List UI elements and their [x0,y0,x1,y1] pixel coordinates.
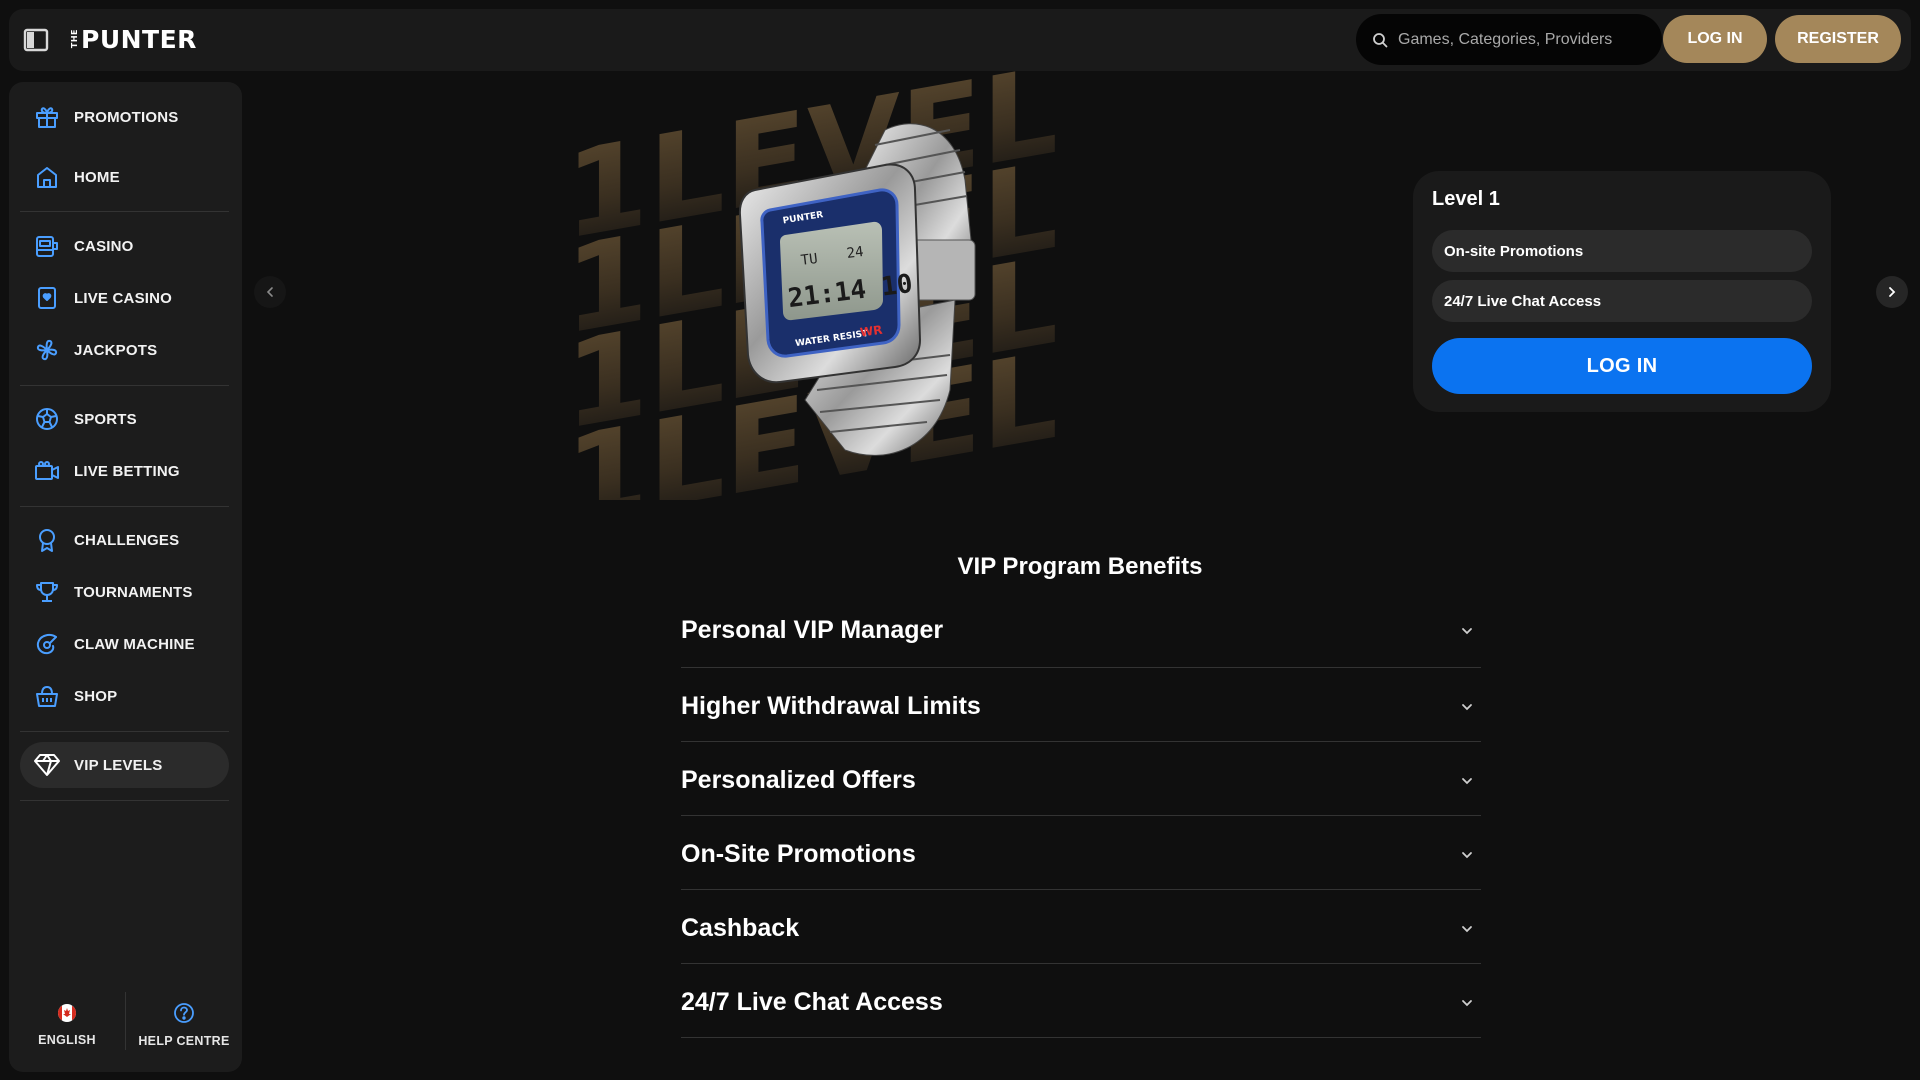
sidebar-divider [20,385,229,386]
help-icon [174,1003,194,1023]
accordion-item-title: Higher Withdrawal Limits [681,692,981,720]
language-label: ENGLISH [38,1033,96,1047]
accordion-item-title: 24/7 Live Chat Access [681,988,943,1016]
accordion-item[interactable]: Personalized Offers [681,742,1481,816]
language-selector[interactable]: ENGLISH [9,972,125,1072]
search-input[interactable] [1398,30,1638,49]
sidebar-item-label: TOURNAMENTS [74,583,193,601]
benefits-accordion: Personal VIP Manager Higher Withdrawal L… [681,590,1481,1038]
shopping-basket-icon [33,682,61,710]
sidebar-item-vip-levels[interactable]: VIP LEVELS [20,742,229,788]
trophy-icon [33,578,61,606]
gift-icon [33,103,61,131]
sidebar-item-label: SHOP [74,687,118,705]
sidebar-item-label: CLAW MACHINE [74,635,195,653]
sidebar-item-live-betting[interactable]: LIVE BETTING [20,448,229,494]
sidebar-item-tournaments[interactable]: TOURNAMENTS [20,569,229,615]
vip-level-artwork: 1LEVEL 1LEVEL 1LEVEL 1LEVEL [555,70,1185,500]
register-button[interactable]: REGISTER [1775,15,1901,63]
header-login-button[interactable]: LOG IN [1663,15,1767,63]
svg-text:TU: TU [800,251,819,269]
sidebar-footer: ENGLISH HELP CENTRE [9,972,242,1072]
accordion-item-title: On-Site Promotions [681,840,916,868]
accordion-item-title: Cashback [681,914,800,942]
chevron-down-icon [1457,621,1477,641]
award-ribbon-icon [33,526,61,554]
sidebar-divider [20,506,229,507]
sidebar-item-casino[interactable]: CASINO [20,223,229,269]
sidebar-item-label: CASINO [74,237,134,255]
logo[interactable]: THE PUNTER [70,23,197,55]
accordion-item-title: Personal VIP Manager [681,616,944,644]
accordion-item[interactable]: On-Site Promotions [681,816,1481,890]
sidebar-item-label: HOME [74,168,120,186]
sidebar-item-promotions[interactable]: PROMOTIONS [20,94,229,140]
home-icon [33,163,61,191]
sidebar-item-shop[interactable]: SHOP [20,673,229,719]
chevron-down-icon [1457,993,1477,1013]
level-title: Level 1 [1432,188,1500,210]
slot-machine-icon [33,232,61,260]
level-login-button[interactable]: LOG IN [1432,338,1812,394]
clover-icon [33,336,61,364]
sidebar-item-label: PROMOTIONS [74,108,179,126]
sidebar-item-challenges[interactable]: CHALLENGES [20,517,229,563]
soccer-ball-icon [33,405,61,433]
sidebar-item-label: SPORTS [74,410,137,428]
sidebar-divider [20,211,229,212]
sidebar-item-jackpots[interactable]: JACKPOTS [20,327,229,373]
sidebar-item-label: LIVE BETTING [74,462,180,480]
benefits-title: VIP Program Benefits [957,553,1203,580]
sidebar-item-label: LIVE CASINO [74,289,173,307]
sidebar-item-label: VIP LEVELS [74,756,163,774]
card-icon [33,284,61,312]
chevron-left-icon [266,287,273,297]
logo-text: PUNTER [81,24,197,54]
sidebar-item-live-casino[interactable]: LIVE CASINO [20,275,229,321]
video-camera-icon [33,457,61,485]
sidebar-item-label: JACKPOTS [74,341,158,359]
sidebar-item-sports[interactable]: SPORTS [20,396,229,442]
sidebar-divider [20,800,229,801]
search-icon [1373,32,1388,47]
chevron-down-icon [1457,919,1477,939]
svg-text:24: 24 [846,244,865,262]
accordion-item[interactable]: Personal VIP Manager [681,590,1481,668]
logo-prefix: THE [70,29,79,49]
accordion-item[interactable]: Cashback [681,890,1481,964]
top-bar: THE PUNTER LOG IN REGISTER [9,9,1911,71]
help-centre-link[interactable]: HELP CENTRE [126,972,242,1072]
level-benefit-item: 24/7 Live Chat Access [1432,280,1812,322]
carousel-prev-button[interactable] [254,276,286,308]
sidebar-divider [20,731,229,732]
chevron-down-icon [1457,771,1477,791]
accordion-item[interactable]: Higher Withdrawal Limits [681,668,1481,742]
diamond-icon [33,751,61,779]
chevron-down-icon [1457,845,1477,865]
sidebar-toggle-icon[interactable] [23,28,49,52]
level-benefit-item: On-site Promotions [1432,230,1812,272]
chevron-right-icon [1889,287,1896,297]
sidebar: PROMOTIONS HOME CASINO LIVE CASINO JACKP… [9,82,242,1072]
sidebar-item-claw-machine[interactable]: CLAW MACHINE [20,621,229,667]
search-bar[interactable] [1356,14,1662,65]
sidebar-item-label: CHALLENGES [74,531,180,549]
accordion-item-title: Personalized Offers [681,766,916,794]
claw-icon [33,630,61,658]
accordion-item[interactable]: 24/7 Live Chat Access [681,964,1481,1038]
help-label: HELP CENTRE [138,1034,230,1048]
sidebar-item-home[interactable]: HOME [20,154,229,200]
carousel-next-button[interactable] [1876,276,1908,308]
level-card: Level 1 On-site Promotions 24/7 Live Cha… [1413,171,1831,412]
canada-flag-icon [58,1004,76,1022]
chevron-down-icon [1457,697,1477,717]
